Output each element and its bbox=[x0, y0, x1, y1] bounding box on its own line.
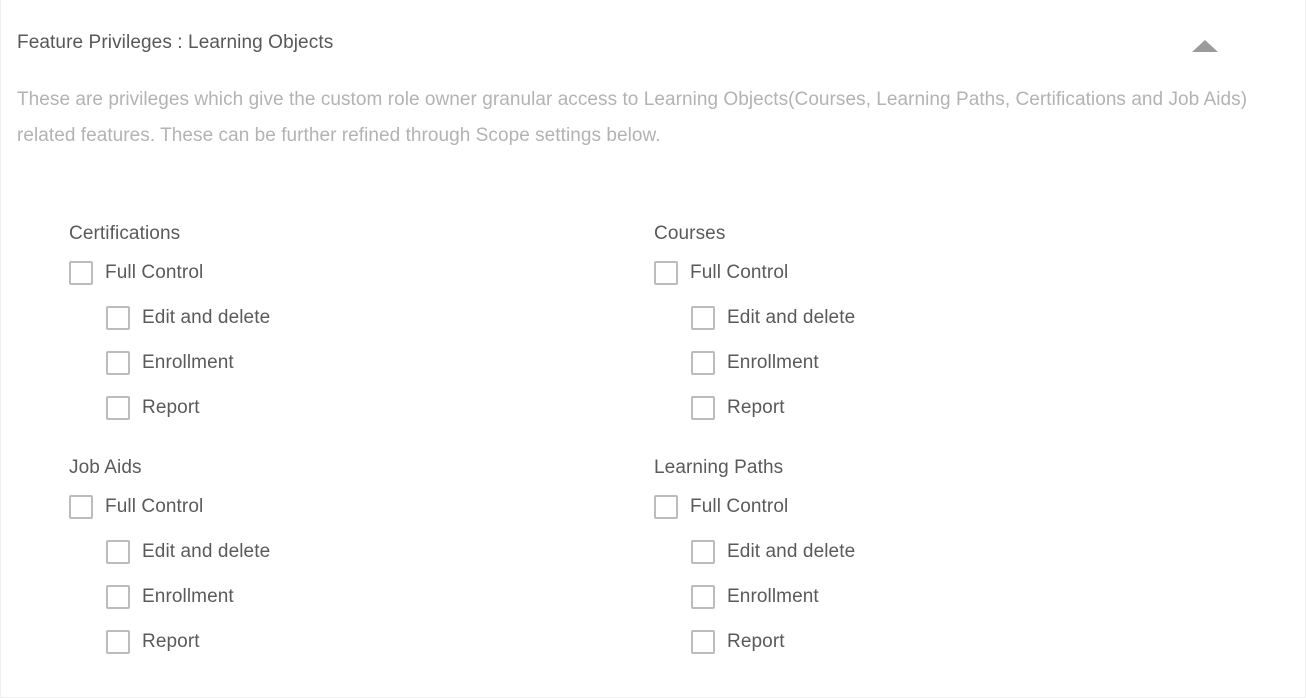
checkbox-report[interactable] bbox=[691, 629, 715, 654]
checkbox-edit-and-delete[interactable] bbox=[691, 305, 715, 330]
privilege-row[interactable]: Enrollment bbox=[691, 349, 1214, 376]
checkbox-enrollment[interactable] bbox=[106, 350, 130, 375]
privilege-label[interactable]: Full Control bbox=[105, 261, 203, 285]
privilege-label[interactable]: Report bbox=[142, 630, 200, 654]
checkbox-full-control[interactable] bbox=[69, 260, 93, 285]
checkbox-report[interactable] bbox=[106, 629, 130, 654]
checkbox-report[interactable] bbox=[106, 395, 130, 420]
group-title: Job Aids bbox=[69, 457, 142, 478]
group-title: Learning Paths bbox=[654, 457, 784, 478]
privilege-row[interactable]: Edit and delete bbox=[691, 304, 1214, 331]
checkbox-full-control[interactable] bbox=[654, 494, 678, 519]
privilege-row[interactable]: Full Control bbox=[69, 493, 629, 520]
privilege-row[interactable]: Report bbox=[106, 394, 629, 421]
privilege-label[interactable]: Edit and delete bbox=[727, 540, 855, 564]
checkbox-enrollment[interactable] bbox=[691, 350, 715, 375]
collapse-section-button[interactable] bbox=[1183, 26, 1227, 66]
privilege-label[interactable]: Edit and delete bbox=[727, 306, 855, 330]
privilege-group-job-aids: Job Aids Full Control Edit and delete En… bbox=[69, 456, 629, 655]
privilege-label[interactable]: Report bbox=[727, 396, 785, 420]
triangle-up-icon bbox=[1192, 40, 1218, 52]
checkbox-edit-and-delete[interactable] bbox=[691, 539, 715, 564]
privilege-row[interactable]: Edit and delete bbox=[106, 304, 629, 331]
privilege-group-courses: Courses Full Control Edit and delete Enr… bbox=[654, 222, 1214, 421]
privilege-group-learning-paths: Learning Paths Full Control Edit and del… bbox=[654, 456, 1214, 655]
privilege-label[interactable]: Full Control bbox=[105, 495, 203, 519]
checkbox-edit-and-delete[interactable] bbox=[106, 539, 130, 564]
privilege-label[interactable]: Report bbox=[142, 396, 200, 420]
privilege-row[interactable]: Enrollment bbox=[106, 349, 629, 376]
privilege-row[interactable]: Enrollment bbox=[106, 583, 629, 610]
checkbox-full-control[interactable] bbox=[69, 494, 93, 519]
panel-description: These are privileges which give the cust… bbox=[17, 89, 1248, 146]
privilege-label[interactable]: Enrollment bbox=[142, 585, 234, 609]
group-title: Certifications bbox=[69, 223, 181, 244]
privilege-label[interactable]: Enrollment bbox=[142, 351, 234, 375]
privilege-row[interactable]: Report bbox=[691, 394, 1214, 421]
privilege-row[interactable]: Edit and delete bbox=[106, 538, 629, 565]
panel-header: Feature Privileges : Learning Objects bbox=[1, 0, 1305, 70]
checkbox-edit-and-delete[interactable] bbox=[106, 305, 130, 330]
privilege-group-certifications: Certifications Full Control Edit and del… bbox=[69, 222, 629, 421]
checkbox-enrollment[interactable] bbox=[691, 584, 715, 609]
checkbox-report[interactable] bbox=[691, 395, 715, 420]
checkbox-enrollment[interactable] bbox=[106, 584, 130, 609]
privilege-label[interactable]: Full Control bbox=[690, 495, 788, 519]
feature-privileges-panel: Feature Privileges : Learning Objects Th… bbox=[0, 0, 1306, 698]
privilege-label[interactable]: Enrollment bbox=[727, 351, 819, 375]
privilege-row[interactable]: Full Control bbox=[654, 493, 1214, 520]
privilege-label[interactable]: Edit and delete bbox=[142, 306, 270, 330]
privilege-row[interactable]: Enrollment bbox=[691, 583, 1214, 610]
privilege-row[interactable]: Report bbox=[106, 628, 629, 655]
privilege-label[interactable]: Enrollment bbox=[727, 585, 819, 609]
privilege-row[interactable]: Full Control bbox=[654, 259, 1214, 286]
privilege-label[interactable]: Report bbox=[727, 630, 785, 654]
privilege-label[interactable]: Edit and delete bbox=[142, 540, 270, 564]
privilege-row[interactable]: Edit and delete bbox=[691, 538, 1214, 565]
privilege-label[interactable]: Full Control bbox=[690, 261, 788, 285]
privilege-row[interactable]: Full Control bbox=[69, 259, 629, 286]
checkbox-full-control[interactable] bbox=[654, 260, 678, 285]
privilege-row[interactable]: Report bbox=[691, 628, 1214, 655]
group-title: Courses bbox=[654, 223, 726, 244]
page-title: Feature Privileges : Learning Objects bbox=[17, 32, 334, 53]
